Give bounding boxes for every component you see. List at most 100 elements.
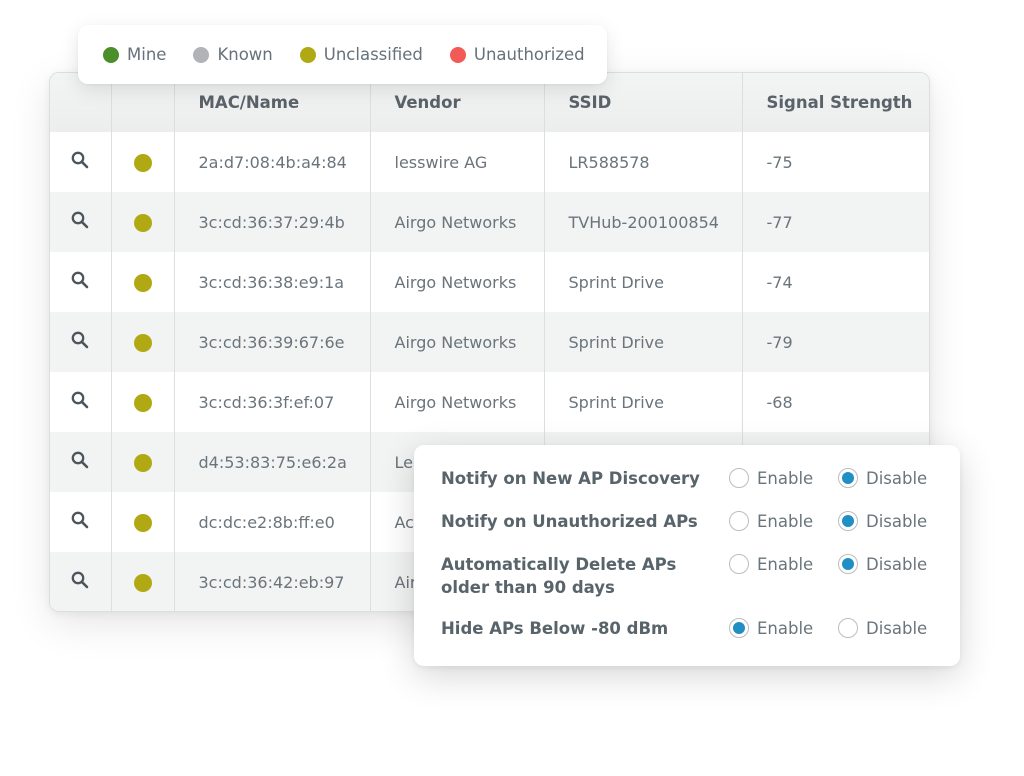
disable-radio-option[interactable]: Disable <box>838 554 927 574</box>
search-icon[interactable] <box>71 211 89 233</box>
status-dot-icon <box>133 513 152 532</box>
radio-button[interactable] <box>729 468 749 488</box>
legend-label: Unclassified <box>323 45 423 64</box>
legend-item-mine: Mine <box>103 45 166 64</box>
status-dot-icon <box>133 453 152 472</box>
status-cell <box>110 192 174 252</box>
signal-cell: -74 <box>741 252 929 312</box>
legend-label: Unauthorized <box>473 45 585 64</box>
mac-cell: 3c:cd:36:42:eb:97 <box>173 552 370 611</box>
disable-label: Disable <box>866 554 928 574</box>
table-row[interactable]: 2a:d7:08:4b:a4:84 lesswire AG LR588578 -75 <box>50 132 929 192</box>
disable-radio-option[interactable]: Disable <box>838 511 927 531</box>
disable-radio-option[interactable]: Disable <box>838 468 927 488</box>
legend-item-unauthorized: Unauthorized <box>449 45 585 64</box>
setting-label: Notify on Unauthorized APs <box>441 512 698 531</box>
radio-button[interactable] <box>838 511 858 531</box>
setting-label: Automatically Delete APs older than 90 d… <box>441 555 677 597</box>
search-icon[interactable] <box>71 271 89 293</box>
signal-cell: -77 <box>741 192 929 252</box>
inspect-cell[interactable] <box>50 372 111 432</box>
inspect-cell[interactable] <box>50 492 111 552</box>
table-row[interactable]: 3c:cd:36:37:29:4b Airgo Networks TVHub-200… <box>50 192 929 252</box>
mac-cell: 3c:cd:36:39:67:6e <box>173 312 370 372</box>
status-cell <box>110 432 174 492</box>
inspect-cell[interactable] <box>50 552 111 611</box>
table-row[interactable]: 3c:cd:36:3f:ef:07 Airgo Networks Sprint Dr… <box>50 372 929 432</box>
status-dot-icon <box>103 46 119 63</box>
ssid-cell: LR588578 <box>543 132 742 192</box>
inspect-cell[interactable] <box>50 312 111 372</box>
mac-cell: 2a:d7:08:4b:a4:84 <box>173 132 370 192</box>
disable-radio-option[interactable]: Disable <box>838 618 927 638</box>
status-dot-icon <box>449 46 466 63</box>
notification-settings-panel: Notify on New AP Discovery Enable Disable N… <box>414 445 960 666</box>
signal-cell: -75 <box>741 132 929 192</box>
search-icon[interactable] <box>71 151 89 173</box>
mac-cell: 3c:cd:36:37:29:4b <box>173 192 370 252</box>
status-cell <box>110 252 174 312</box>
inspect-cell[interactable] <box>50 252 111 312</box>
setting-label: Notify on New AP Discovery <box>441 469 700 488</box>
disable-label: Disable <box>866 468 928 488</box>
signal-cell: -68 <box>741 372 929 432</box>
search-icon[interactable] <box>71 331 89 353</box>
radio-button[interactable] <box>729 618 749 638</box>
ssid-cell: Sprint Drive <box>543 372 742 432</box>
mac-cell: 3c:cd:36:38:e9:1a <box>173 252 370 312</box>
radio-button[interactable] <box>838 554 858 574</box>
ssid-cell: TVHub-200100854 <box>543 192 742 252</box>
status-dot-icon <box>193 46 210 63</box>
column-header-signal[interactable]: Signal Strength <box>741 73 929 132</box>
inspect-cell[interactable] <box>50 432 111 492</box>
enable-radio-option[interactable]: Enable <box>729 511 813 531</box>
status-cell <box>110 372 174 432</box>
legend-label: Known <box>217 45 273 64</box>
radio-button[interactable] <box>838 468 858 488</box>
disable-label: Disable <box>866 511 928 531</box>
table-row[interactable]: 3c:cd:36:38:e9:1a Airgo Networks Sprint Dr… <box>50 252 929 312</box>
radio-button[interactable] <box>729 554 749 574</box>
legend-label: Mine <box>127 45 167 64</box>
ssid-cell: Sprint Drive <box>543 312 742 372</box>
radio-button[interactable] <box>838 618 858 638</box>
table-row[interactable]: 3c:cd:36:39:67:6e Airgo Networks Sprint Dr… <box>50 312 929 372</box>
disable-label: Disable <box>866 618 928 638</box>
ssid-cell: Sprint Drive <box>543 252 742 312</box>
radio-button[interactable] <box>729 511 749 531</box>
vendor-cell: Airgo Networks <box>369 372 544 432</box>
inspect-cell[interactable] <box>50 192 111 252</box>
status-dot-icon <box>133 153 152 172</box>
enable-radio-option[interactable]: Enable <box>729 618 813 638</box>
search-icon[interactable] <box>71 511 89 533</box>
legend-item-known: Known <box>193 45 273 64</box>
legend-item-unclassified: Unclassified <box>299 45 423 64</box>
status-dot-icon <box>133 213 152 232</box>
status-dot-icon <box>133 393 152 412</box>
vendor-cell: Airgo Networks <box>369 192 544 252</box>
enable-radio-option[interactable]: Enable <box>729 468 813 488</box>
status-cell <box>110 132 174 192</box>
enable-radio-option[interactable]: Enable <box>729 554 813 574</box>
status-legend: Mine Known Unclassified Unauthorized <box>78 25 607 84</box>
status-dot-icon <box>133 273 152 292</box>
signal-cell: -79 <box>741 312 929 372</box>
enable-label: Enable <box>757 618 814 638</box>
enable-label: Enable <box>757 511 814 531</box>
inspect-cell[interactable] <box>50 132 111 192</box>
status-dot-icon <box>133 333 152 352</box>
search-icon[interactable] <box>71 571 89 593</box>
status-dot-icon <box>299 46 316 63</box>
status-dot-icon <box>133 573 152 592</box>
enable-label: Enable <box>757 554 814 574</box>
vendor-cell: Airgo Networks <box>369 312 544 372</box>
search-icon[interactable] <box>71 391 89 413</box>
vendor-cell: lesswire AG <box>369 132 544 192</box>
search-icon[interactable] <box>71 451 89 473</box>
enable-label: Enable <box>757 468 814 488</box>
mac-cell: dc:dc:e2:8b:ff:e0 <box>173 492 370 552</box>
status-cell <box>110 552 174 611</box>
setting-label: Hide APs Below -80 dBm <box>441 619 669 638</box>
mac-cell: d4:53:83:75:e6:2a <box>173 432 370 492</box>
vendor-cell: Airgo Networks <box>369 252 544 312</box>
